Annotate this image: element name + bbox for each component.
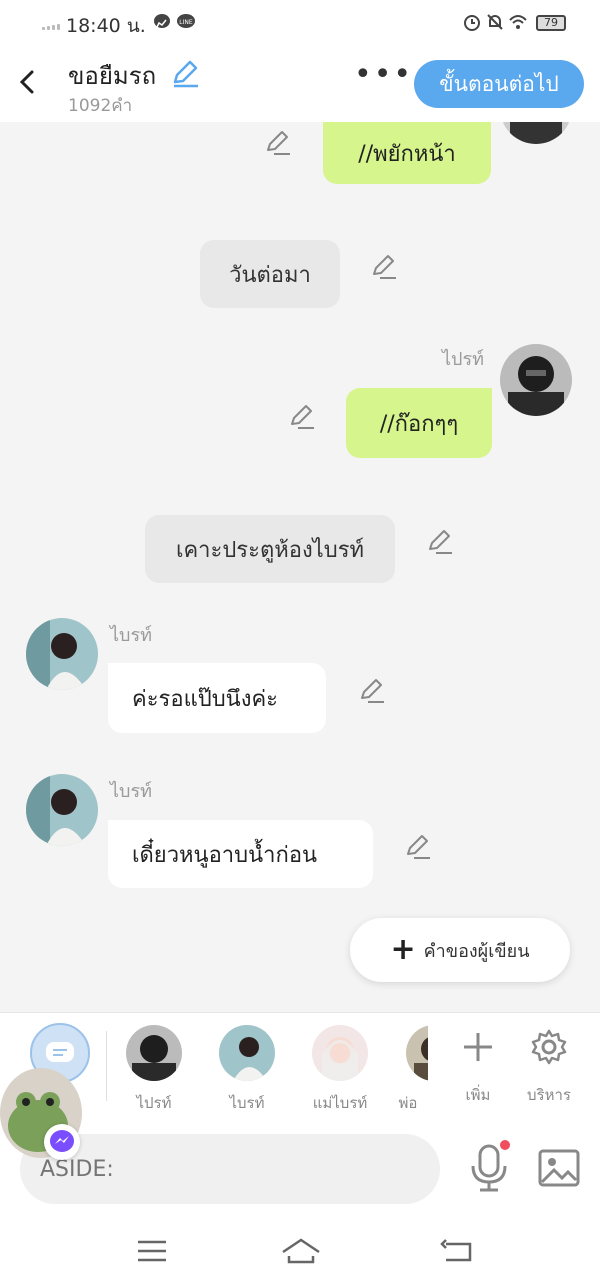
message-input[interactable] bbox=[20, 1134, 440, 1204]
add-character-label: เพิ่ม bbox=[465, 1086, 491, 1104]
message-bubble[interactable]: ค่ะรอแป๊บนึงค่ะ bbox=[108, 663, 326, 733]
character-name: แม่ไบรท์ bbox=[312, 1094, 368, 1112]
edit-message-icon[interactable] bbox=[426, 527, 454, 555]
story-title: ขอยืมรถ bbox=[68, 62, 157, 90]
messenger-icon[interactable] bbox=[44, 1124, 80, 1160]
edit-message-icon[interactable] bbox=[358, 676, 386, 704]
system-nav-bar bbox=[0, 1214, 600, 1287]
back-arrow-icon[interactable] bbox=[14, 64, 44, 100]
add-author-words-label: คำของผู้เขียน bbox=[423, 940, 530, 962]
sender-name: ไบรท์ bbox=[110, 625, 153, 646]
character-avatar bbox=[126, 1025, 182, 1081]
manage-characters-button[interactable]: บริหาร bbox=[519, 1027, 579, 1107]
image-icon[interactable] bbox=[538, 1148, 580, 1188]
character-avatar bbox=[219, 1025, 275, 1081]
sender-name: ไปรท์ bbox=[442, 349, 485, 370]
battery-icon: 79 bbox=[536, 15, 566, 31]
character-avatar bbox=[312, 1025, 368, 1081]
status-time: 18:40 น. bbox=[66, 15, 146, 37]
input-bar bbox=[0, 1122, 600, 1214]
sender-name: ไบรท์ bbox=[110, 781, 153, 802]
add-author-words-button[interactable]: + คำของผู้เขียน bbox=[350, 918, 570, 982]
line-notification-icon: LINE bbox=[177, 14, 195, 28]
message-bubble[interactable]: //ก๊อกๆๆ bbox=[346, 388, 492, 458]
character-father[interactable]: พ่อ bbox=[388, 1025, 428, 1115]
messenger-notification-icon bbox=[154, 14, 170, 28]
edit-message-icon[interactable] bbox=[264, 128, 292, 156]
character-name: พ่อ bbox=[398, 1094, 418, 1112]
alarm-icon bbox=[464, 15, 480, 31]
edit-title-icon[interactable] bbox=[170, 58, 200, 88]
plus-icon: + bbox=[390, 932, 416, 967]
edit-message-icon[interactable] bbox=[404, 832, 432, 860]
status-bar: 18:40 น. LINE 79 bbox=[0, 0, 600, 46]
avatar-bright[interactable] bbox=[26, 774, 98, 846]
character-pairt[interactable]: ไปรท์ bbox=[114, 1025, 194, 1115]
narration-bubble-icon bbox=[46, 1042, 74, 1062]
svg-text:LINE: LINE bbox=[179, 19, 193, 26]
header: ขอยืมรถ 1092คำ ••• ขั้นตอนต่อไป bbox=[0, 46, 600, 122]
home-icon[interactable] bbox=[280, 1236, 322, 1266]
edit-message-icon[interactable] bbox=[370, 252, 398, 280]
next-step-button[interactable]: ขั้นตอนต่อไป bbox=[414, 60, 584, 108]
battery-level: 79 bbox=[544, 16, 558, 29]
character-avatar bbox=[406, 1025, 428, 1081]
gear-icon bbox=[531, 1029, 567, 1065]
avatar-pairt[interactable] bbox=[500, 122, 572, 144]
back-nav-icon[interactable] bbox=[440, 1236, 476, 1266]
edit-message-icon[interactable] bbox=[288, 402, 316, 430]
narration-bubble[interactable]: วันต่อมา bbox=[200, 240, 340, 308]
message-bubble[interactable]: เดี๋ยวหนูอาบน้ำก่อน bbox=[108, 820, 373, 888]
chat-area: //พยักหน้า วันต่อมา ไปรท์ //ก๊อกๆๆ เคาะป… bbox=[0, 122, 600, 1012]
message-bubble[interactable]: //พยักหน้า bbox=[323, 122, 491, 184]
manage-characters-label: บริหาร bbox=[527, 1086, 571, 1104]
word-count: 1092คำ bbox=[68, 96, 133, 116]
wifi-icon bbox=[509, 15, 527, 29]
avatar-pairt[interactable] bbox=[500, 344, 572, 416]
character-bar: ไปรท์ ไบรท์ แม่ไบรท์ พ่อ เพิ่ม บริหาร bbox=[0, 1012, 600, 1122]
character-name: ไบรท์ bbox=[229, 1094, 265, 1112]
signal-icon bbox=[42, 22, 62, 30]
avatar-bright[interactable] bbox=[26, 618, 98, 690]
add-character-button[interactable]: เพิ่ม bbox=[448, 1027, 508, 1107]
notification-dot bbox=[500, 1140, 510, 1150]
more-options-icon[interactable]: ••• bbox=[354, 60, 411, 98]
mute-bell-icon bbox=[487, 14, 503, 30]
narration-bubble[interactable]: เคาะประตูห้องไบรท์ bbox=[145, 515, 395, 583]
menu-icon[interactable] bbox=[134, 1236, 170, 1266]
character-bright[interactable]: ไบรท์ bbox=[207, 1025, 287, 1115]
divider bbox=[106, 1031, 107, 1101]
character-bright-mother[interactable]: แม่ไบรท์ bbox=[300, 1025, 380, 1115]
character-name: ไปรท์ bbox=[136, 1094, 172, 1112]
plus-icon bbox=[464, 1033, 492, 1061]
